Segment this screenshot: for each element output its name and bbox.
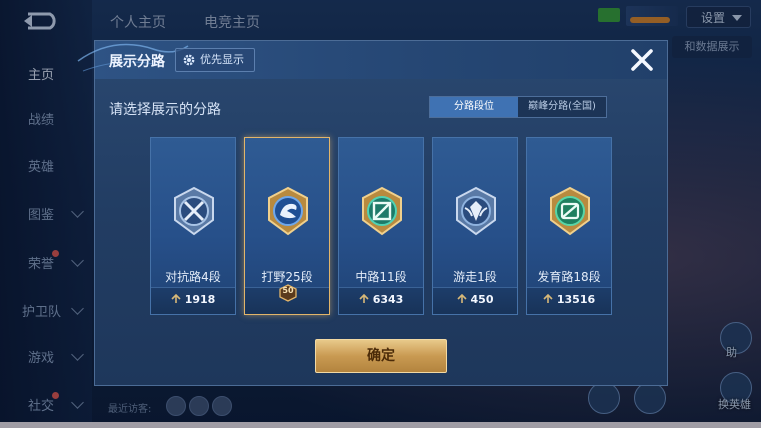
close-icon[interactable] [627, 45, 657, 75]
lane-rank: 打野25段 [261, 270, 313, 284]
lane-score: 13516 [556, 293, 596, 306]
score-bar: 1918 [151, 287, 235, 314]
priority-display-label: 优先显示 [200, 53, 244, 66]
power-icon [359, 294, 369, 303]
lane-rank: 游走1段 [453, 270, 497, 284]
gear-icon [183, 54, 195, 66]
sword-emblem-icon [174, 186, 214, 236]
dialog-header: 展示分路 优先显示 [77, 41, 667, 79]
rank-type-toggle: 分路段位 巅峰分路(全国) [429, 96, 607, 118]
arrow-emblem-icon [550, 186, 590, 236]
lane-score: 1918 [184, 293, 216, 306]
power-icon [171, 294, 181, 303]
lane-card-jungle[interactable]: 打野25段 50 [244, 137, 330, 315]
score-bar: 450 [433, 287, 517, 314]
power-icon [456, 294, 467, 303]
power-icon [543, 294, 553, 303]
lane-score: 450 [470, 293, 494, 306]
star-count: 50 [282, 286, 294, 295]
dragon-emblem-icon [268, 186, 308, 236]
lane-display-dialog: 展示分路 优先显示 请选择展示的分路 分路段位 巅峰分路(全国) 对抗路4段 1… [77, 40, 668, 386]
lane-card-top[interactable]: 对抗路4段 1918 [150, 137, 236, 315]
toggle-lane-rank[interactable]: 分路段位 [430, 97, 518, 117]
lane-rank: 对抗路4段 [165, 270, 221, 284]
dialog-subtitle: 请选择展示的分路 [109, 102, 221, 118]
toggle-peak-lane[interactable]: 巅峰分路(全国) [518, 97, 606, 117]
lane-rank: 发育路18段 [537, 270, 601, 284]
lane-score: 6343 [372, 293, 404, 306]
confirm-button[interactable]: 确定 [315, 339, 447, 373]
priority-display-button[interactable]: 优先显示 [175, 48, 255, 72]
dialog-title: 展示分路 [109, 54, 165, 70]
mage-emblem-icon [362, 186, 402, 236]
score-bar: 50 [245, 284, 329, 314]
score-bar: 6343 [339, 287, 423, 314]
shield-wing-emblem-icon [456, 186, 496, 236]
lane-rank: 中路11段 [355, 270, 407, 284]
lane-card-mid[interactable]: 中路11段 6343 [338, 137, 424, 315]
score-bar: 13516 [527, 287, 611, 314]
lane-card-support[interactable]: 游走1段 450 [432, 137, 518, 315]
lane-card-bottom[interactable]: 发育路18段 13516 [526, 137, 612, 315]
